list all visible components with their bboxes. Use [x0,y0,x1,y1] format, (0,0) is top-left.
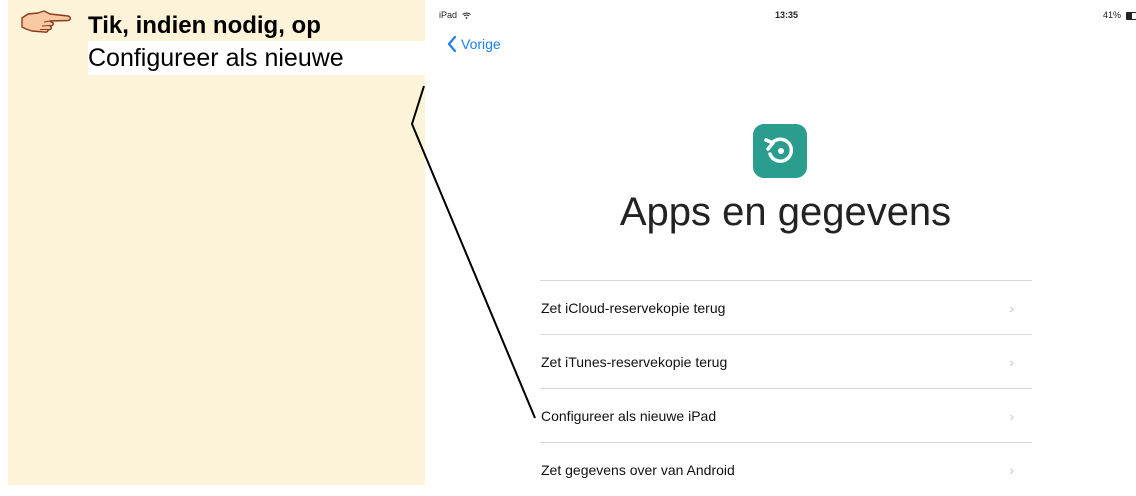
wifi-icon [461,12,471,20]
battery-percent: 41% [1103,10,1122,20]
battery-icon [1125,11,1136,20]
status-time: 13:35 [775,10,799,20]
option-move-from-android[interactable]: Zet gegevens over van Android › [540,442,1032,496]
restore-icon [753,124,807,178]
option-icloud-restore[interactable]: Zet iCloud-reservekopie terug › [540,280,1032,334]
ipad-screen: iPad 13:35 41% Vorige Apps en gegevens Z… [435,0,1136,485]
chevron-right-icon: › [1009,461,1014,478]
option-label: Zet iCloud-reservekopie terug [541,299,726,316]
pointing-hand-icon [21,10,71,33]
device-name: iPad [439,10,458,20]
option-label: Configureer als nieuwe iPad [541,407,717,424]
option-label: Zet iTunes-reservekopie terug [541,353,728,370]
instruction-option-text: Configureer als nieuwe [88,41,425,75]
instruction-heading: Tik, indien nodig, op [88,12,321,39]
option-itunes-restore[interactable]: Zet iTunes-reservekopie terug › [540,334,1032,388]
chevron-right-icon: › [1009,299,1014,316]
page-title: Apps en gegevens [619,190,952,234]
status-battery: 41% [1103,10,1136,20]
status-device: iPad [439,10,471,20]
back-button[interactable]: Vorige [447,36,501,52]
chevron-right-icon: › [1009,353,1014,370]
panel-divider [425,0,435,485]
chevron-right-icon: › [1009,407,1014,424]
chevron-left-icon [447,36,457,52]
instruction-panel: Tik, indien nodig, op Configureer als ni… [8,0,425,485]
option-label: Zet gegevens over van Android [541,461,735,478]
back-label: Vorige [461,36,501,52]
option-setup-as-new-ipad[interactable]: Configureer als nieuwe iPad › [540,388,1032,442]
restore-options-list: Zet iCloud-reservekopie terug › Zet iTun… [540,280,1032,496]
